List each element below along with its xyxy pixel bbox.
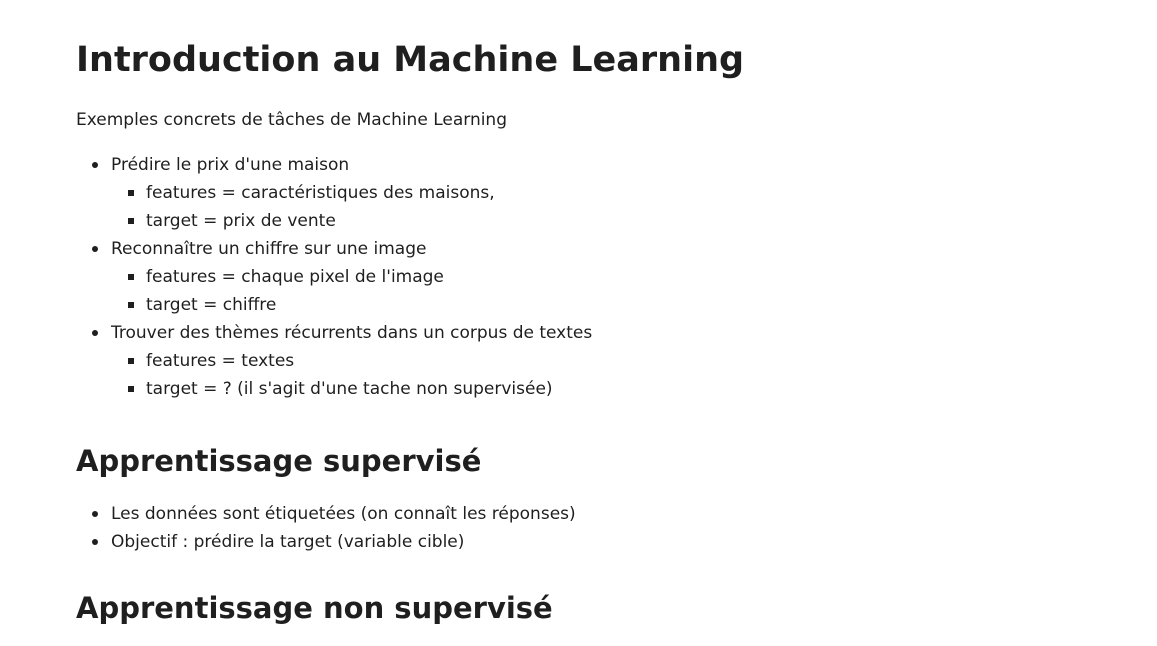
examples-list: Prédire le prix d'une maison features = … <box>76 151 592 403</box>
page-title: Introduction au Machine Learning <box>76 40 745 80</box>
list-item-label: Trouver des thèmes récurrents dans un co… <box>111 323 593 343</box>
bullet-square-icon <box>128 274 134 280</box>
bullet-disc-icon <box>92 246 98 252</box>
list-item: Les données sont étiquetées (on connaît … <box>76 500 576 528</box>
supervised-list: Les données sont étiquetées (on connaît … <box>76 500 576 556</box>
bullet-square-icon <box>128 386 134 392</box>
list-item-label: Objectif : prédire la target (variable c… <box>111 532 465 552</box>
sub-list-item-label: target = prix de vente <box>146 211 336 231</box>
sub-list-item: features = chaque pixel de l'image <box>111 263 592 291</box>
section-title-supervised: Apprentissage supervisé <box>76 444 482 478</box>
list-item-label: Prédire le prix d'une maison <box>111 155 350 175</box>
intro-paragraph: Exemples concrets de tâches de Machine L… <box>76 110 508 130</box>
bullet-square-icon <box>128 190 134 196</box>
bullet-square-icon <box>128 302 134 308</box>
bullet-disc-icon <box>92 330 98 336</box>
sub-list-item: target = ? (il s'agit d'une tache non su… <box>111 375 592 403</box>
sub-list-item: features = textes <box>111 347 592 375</box>
list-item-label: Reconnaître un chiffre sur une image <box>111 239 427 259</box>
bullet-disc-icon <box>92 511 98 517</box>
list-item: Reconnaître un chiffre sur une image fea… <box>76 235 592 319</box>
sub-list-item-label: features = chaque pixel de l'image <box>146 267 444 287</box>
sub-list: features = caractéristiques des maisons,… <box>111 179 592 235</box>
list-item: Trouver des thèmes récurrents dans un co… <box>76 319 592 403</box>
section-title-unsupervised: Apprentissage non supervisé <box>76 591 553 625</box>
sub-list-item-label: target = ? (il s'agit d'une tache non su… <box>146 379 553 399</box>
list-item: Prédire le prix d'une maison features = … <box>76 151 592 235</box>
bullet-square-icon <box>128 358 134 364</box>
sub-list: features = textes target = ? (il s'agit … <box>111 347 592 403</box>
sub-list-item-label: features = textes <box>146 351 295 371</box>
list-item-label: Les données sont étiquetées (on connaît … <box>111 504 576 524</box>
bullet-disc-icon <box>92 162 98 168</box>
bullet-disc-icon <box>92 539 98 545</box>
list-item: Objectif : prédire la target (variable c… <box>76 528 576 556</box>
sub-list: features = chaque pixel de l'image targe… <box>111 263 592 319</box>
sub-list-item-label: target = chiffre <box>146 295 277 315</box>
sub-list-item: target = prix de vente <box>111 207 592 235</box>
sub-list-item: features = caractéristiques des maisons, <box>111 179 592 207</box>
sub-list-item-label: features = caractéristiques des maisons, <box>146 183 495 203</box>
bullet-square-icon <box>128 218 134 224</box>
sub-list-item: target = chiffre <box>111 291 592 319</box>
